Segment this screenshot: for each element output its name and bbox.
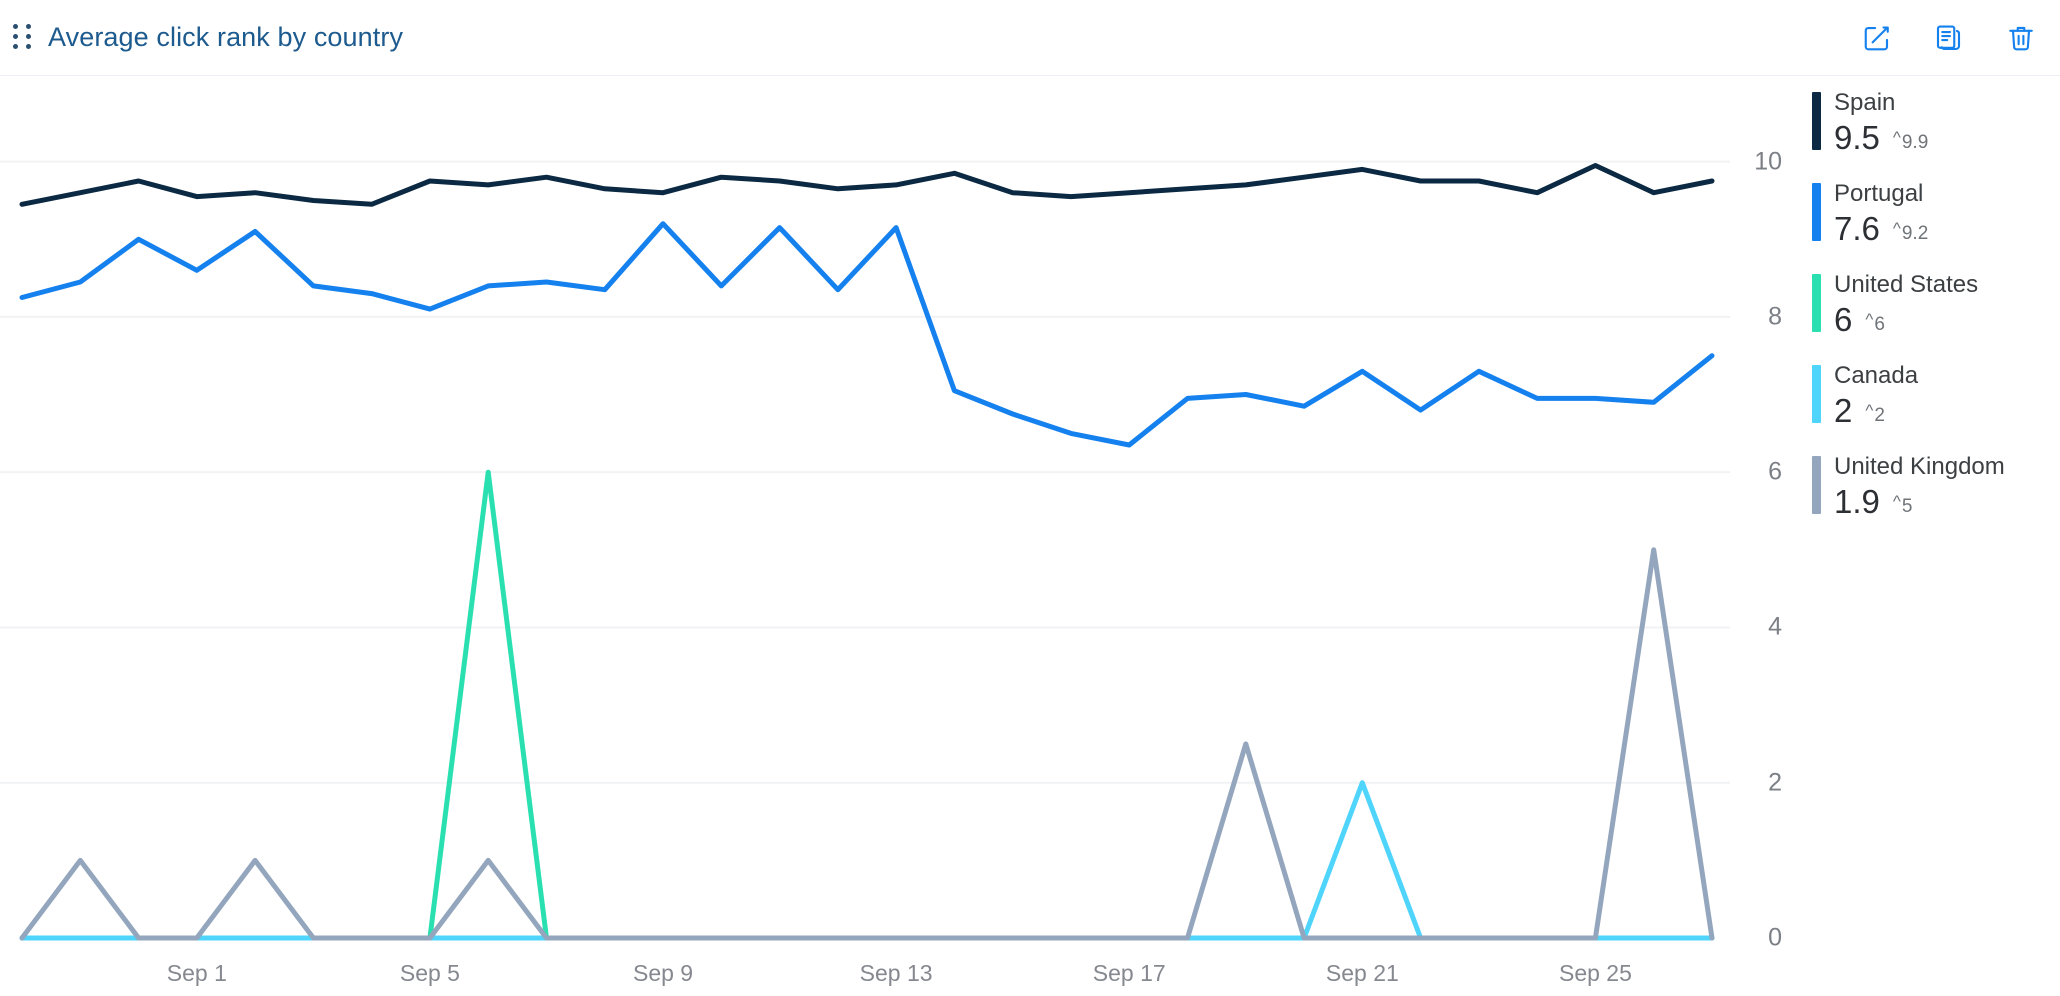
duplicate-documents-icon	[1934, 23, 1964, 53]
peak-number: 5	[1901, 496, 1913, 517]
y-axis-tick-label: 2	[1768, 768, 1782, 797]
legend-peak-value: ^ 9.2	[1892, 219, 1929, 244]
legend-color-swatch	[1812, 365, 1821, 423]
series-line-united-states[interactable]	[19, 469, 1715, 941]
x-axis-tick-label: Sep 1	[166, 960, 227, 986]
legend-current-value: 7.6	[1834, 210, 1880, 247]
legend-value-row: 6 ^ 6	[1834, 302, 2060, 338]
legend-item-united-kingdom[interactable]: United Kingdom 1.9 ^ 5	[1812, 452, 2060, 520]
peak-number: 2	[1874, 405, 1885, 426]
y-axis-tick-label: 0	[1768, 923, 1782, 952]
dashboard-panel: Average click rank by country 0 2 4 6 8 …	[0, 0, 2060, 996]
peak-caret-icon: ^	[1892, 219, 1901, 238]
chart-legend: Spain 9.5 ^ 9.9 Portugal 7.6 ^ 9.2 United States…	[1812, 88, 2060, 543]
legend-item-spain[interactable]: Spain 9.5 ^ 9.9	[1812, 88, 2060, 156]
legend-item-portugal[interactable]: Portugal 7.6 ^ 9.2	[1812, 179, 2060, 247]
peak-caret-icon: ^	[1865, 310, 1874, 329]
chart-series	[19, 163, 1715, 941]
delete-button[interactable]	[2004, 21, 2038, 55]
trash-can-icon	[2006, 23, 2036, 53]
chart-svg	[0, 160, 1730, 941]
panel-header: Average click rank by country	[0, 0, 2060, 76]
legend-peak-value: ^ 9.9	[1892, 128, 1929, 153]
peak-caret-icon: ^	[1892, 128, 1901, 147]
chart-container: 0 2 4 6 8 10 Sep 1 Sep 5 Sep 9 Sep 13 Sep 17 Sep 2…	[0, 76, 2060, 996]
y-axis-tick-label: 6	[1768, 457, 1782, 486]
peak-caret-icon: ^	[1865, 401, 1874, 420]
chart-gridlines	[0, 160, 1730, 784]
peak-number: 6	[1874, 314, 1885, 335]
legend-value-row: 7.6 ^ 9.2	[1834, 211, 2060, 247]
y-axis-tick-label: 8	[1768, 302, 1782, 331]
legend-color-swatch	[1812, 274, 1821, 332]
legend-value-row: 2 ^ 2	[1834, 393, 2060, 429]
edit-button[interactable]	[1860, 21, 1894, 55]
legend-color-swatch	[1812, 183, 1821, 241]
legend-color-swatch	[1812, 92, 1821, 150]
panel-actions	[1860, 21, 2038, 55]
x-axis: Sep 1 Sep 5 Sep 9 Sep 13 Sep 17 Sep 21 Sep 25	[0, 938, 1730, 996]
legend-value-row: 9.5 ^ 9.9	[1834, 120, 2060, 156]
legend-current-value: 9.5	[1834, 119, 1880, 156]
legend-current-value: 1.9	[1834, 483, 1880, 520]
legend-peak-value: ^ 2	[1865, 401, 1885, 426]
x-axis-tick-label: Sep 21	[1325, 960, 1399, 986]
legend-series-label: Spain	[1834, 89, 1896, 116]
series-line-spain[interactable]	[19, 163, 1715, 207]
x-axis-tick-label: Sep 5	[399, 960, 460, 986]
peak-number: 9.9	[1901, 132, 1929, 153]
drag-dots-icon[interactable]	[12, 23, 34, 53]
legend-current-value: 6	[1834, 301, 1853, 338]
legend-series-label: Canada	[1834, 362, 1919, 389]
legend-item-canada[interactable]: Canada 2 ^ 2	[1812, 361, 2060, 429]
series-line-united-kingdom[interactable]	[19, 547, 1715, 941]
line-chart-plot	[0, 76, 1730, 996]
series-line-portugal[interactable]	[19, 221, 1715, 448]
peak-number: 9.2	[1901, 223, 1929, 244]
x-axis-tick-label: Sep 13	[859, 960, 933, 986]
legend-value-row: 1.9 ^ 5	[1834, 484, 2060, 520]
y-axis-tick-label: 4	[1768, 612, 1782, 641]
legend-series-label: United States	[1834, 271, 1979, 298]
x-axis-tick-label: Sep 17	[1092, 960, 1166, 986]
series-line-canada[interactable]	[19, 780, 1715, 941]
peak-caret-icon: ^	[1892, 492, 1901, 511]
x-axis-tick-label: Sep 9	[632, 960, 694, 986]
legend-item-united-states[interactable]: United States 6 ^ 6	[1812, 270, 2060, 338]
legend-peak-value: ^ 6	[1865, 310, 1885, 335]
page-title: Average click rank by country	[48, 22, 404, 52]
legend-current-value: 2	[1834, 392, 1853, 429]
legend-color-swatch	[1812, 456, 1821, 514]
duplicate-button[interactable]	[1932, 21, 1966, 55]
legend-series-label: Portugal	[1834, 180, 1924, 207]
edit-pencil-square-icon	[1862, 23, 1892, 53]
legend-peak-value: ^ 5	[1892, 492, 1913, 517]
y-axis-tick-label: 10	[1754, 147, 1782, 176]
y-axis: 0 2 4 6 8 10	[1730, 76, 1810, 996]
legend-series-label: United Kingdom	[1834, 453, 2005, 480]
x-axis-tick-label: Sep 25	[1558, 960, 1632, 986]
